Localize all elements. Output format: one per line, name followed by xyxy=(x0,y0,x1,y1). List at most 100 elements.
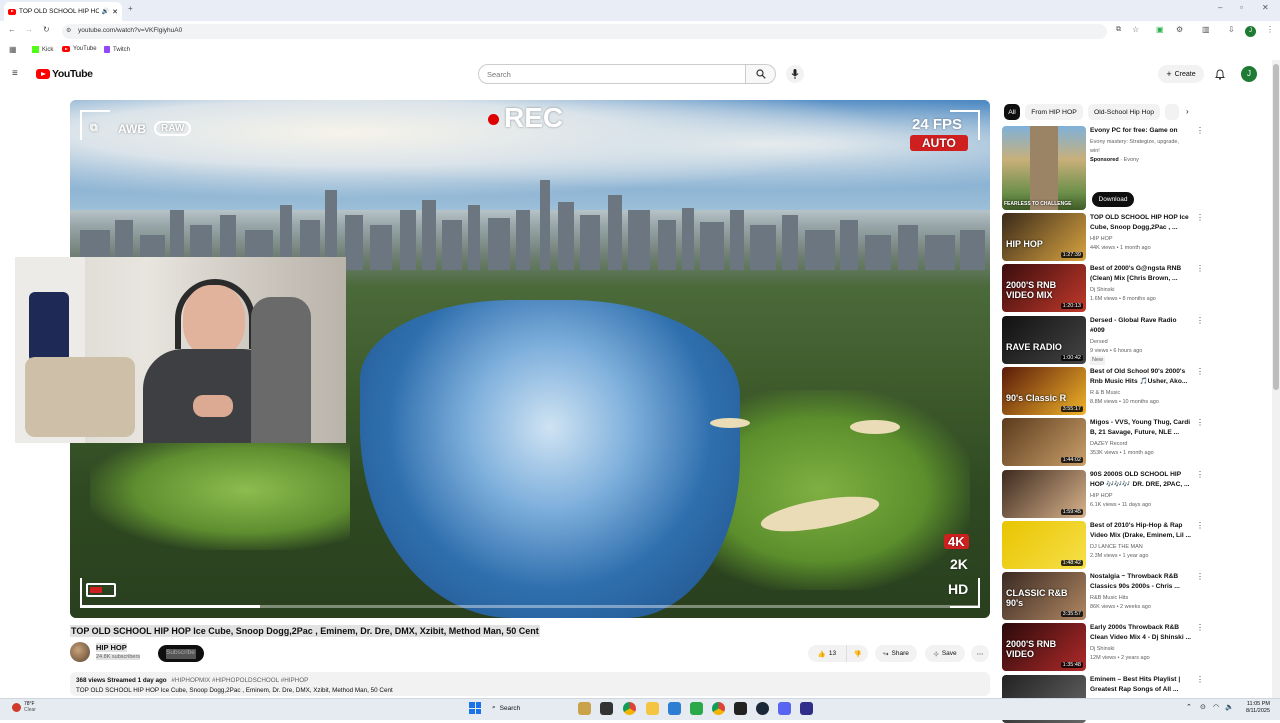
video-thumbnail[interactable]: HIP HOP 1:27:39 xyxy=(1002,213,1086,261)
chip-from-hip-hop[interactable]: From HIP HOP xyxy=(1025,104,1083,120)
taskbar-app-icon[interactable] xyxy=(668,702,681,715)
video-menu-icon[interactable]: ⋮ xyxy=(1196,572,1204,581)
video-channel[interactable]: HIP HOP xyxy=(1090,492,1192,501)
video-title-link[interactable]: Best of Old School 90's 2000's Rnb Music… xyxy=(1090,367,1192,386)
clock[interactable]: 11:05 PM 8/11/2025 xyxy=(1240,701,1270,715)
video-menu-icon[interactable]: ⋮ xyxy=(1196,675,1204,684)
site-info-icon[interactable]: ⚙ xyxy=(66,27,71,34)
video-channel[interactable]: HIP HOP xyxy=(1090,235,1192,244)
video-thumbnail[interactable]: 1:59:45 xyxy=(1002,470,1086,518)
user-avatar[interactable]: J xyxy=(1241,66,1257,82)
channel-avatar[interactable] xyxy=(70,642,90,662)
chrome-icon[interactable] xyxy=(623,702,636,715)
video-menu-icon[interactable]: ⋮ xyxy=(1196,623,1204,632)
folder-icon[interactable] xyxy=(646,702,659,715)
chevron-right-icon[interactable]: › xyxy=(1186,107,1189,116)
video-menu-icon[interactable]: ⋮ xyxy=(1196,521,1204,530)
wifi-icon[interactable]: ◠ xyxy=(1213,703,1219,711)
video-title-link[interactable]: TOP OLD SCHOOL HIP HOP Ice Cube, Snoop D… xyxy=(1090,213,1192,232)
video-menu-icon[interactable]: ⋮ xyxy=(1196,367,1204,376)
extension-icon[interactable]: ▣ xyxy=(1156,25,1164,34)
video-menu-icon[interactable]: ⋮ xyxy=(1196,470,1204,479)
more-actions-button[interactable]: ⋯ xyxy=(971,645,989,662)
bookmark-twitch[interactable]: Twitch xyxy=(104,46,130,53)
video-menu-icon[interactable]: ⋮ xyxy=(1196,418,1204,427)
video-menu-icon[interactable]: ⋮ xyxy=(1196,316,1204,325)
chip-partial[interactable] xyxy=(1165,104,1179,120)
voice-search-button[interactable] xyxy=(786,65,804,83)
video-channel[interactable]: R & B Music xyxy=(1090,389,1192,398)
share-button[interactable]: ↪ Share xyxy=(875,645,917,662)
youtube-logo[interactable]: YouTube xyxy=(36,68,93,80)
discord-icon[interactable] xyxy=(778,702,791,715)
steam-icon[interactable] xyxy=(756,702,769,715)
video-title-link[interactable]: Early 2000s Throwback R&B Clean Video Mi… xyxy=(1090,623,1192,642)
taskbar-app-icon[interactable] xyxy=(600,702,613,715)
new-tab-icon[interactable]: + xyxy=(128,4,133,13)
video-title-link[interactable]: Nostalgia ~ Throwback R&B Classics 90s 2… xyxy=(1090,572,1192,591)
video-title-link[interactable]: Dersed - Global Rave Radio #009 xyxy=(1090,316,1192,335)
subscribe-button[interactable]: Subscribe xyxy=(158,645,204,662)
tab-close-icon[interactable]: ✕ xyxy=(112,8,118,16)
search-button[interactable] xyxy=(746,64,776,84)
video-title-link[interactable]: Migos - VVS, Young Thug, Cardi B, 21 Sav… xyxy=(1090,418,1192,437)
install-icon[interactable]: ⧉ xyxy=(1116,26,1121,34)
sidepanel-icon[interactable]: ▥ xyxy=(1202,25,1210,34)
video-menu-icon[interactable]: ⋮ xyxy=(1196,264,1204,273)
video-menu-icon[interactable]: ⋮ xyxy=(1196,213,1204,222)
bookmark-kick[interactable]: Kick xyxy=(32,46,53,53)
maximize-icon[interactable]: ▫ xyxy=(1240,3,1243,12)
chip-old-school-hip-hop[interactable]: Old-School Hip Hop xyxy=(1088,104,1160,120)
close-window-icon[interactable]: ✕ xyxy=(1262,3,1269,12)
progress-bar[interactable] xyxy=(80,605,980,608)
browser-profile-avatar[interactable]: J xyxy=(1245,26,1256,37)
reload-icon[interactable]: ↻ xyxy=(43,25,50,34)
video-channel[interactable]: DJ LANCE THE MAN xyxy=(1090,543,1192,552)
notifications-bell-icon[interactable] xyxy=(1215,69,1225,80)
speaker-icon[interactable]: 🔊 xyxy=(102,8,109,15)
tray-app-icon[interactable]: ⊙ xyxy=(1200,703,1206,711)
search-input[interactable]: Search xyxy=(478,64,746,84)
save-button[interactable]: ⊹ Save xyxy=(925,645,965,662)
extensions-puzzle-icon[interactable]: ⚙ xyxy=(1176,25,1183,34)
video-thumbnail[interactable]: 1:48:42 xyxy=(1002,521,1086,569)
bookmark-star-icon[interactable]: ☆ xyxy=(1132,25,1139,34)
tray-chevron-icon[interactable]: ⌃ xyxy=(1186,703,1192,711)
taskbar-app-icon[interactable] xyxy=(578,702,591,715)
video-thumbnail[interactable]: 90's Classic R 3:55:17 xyxy=(1002,367,1086,415)
dislike-button[interactable]: 👎 xyxy=(846,645,868,662)
video-title-link[interactable]: Best of 2010's Hip-Hop & Rap Video Mix (… xyxy=(1090,521,1192,540)
video-title-link[interactable]: Best of 2000's G@ngsta RNB (Clean) Mix [… xyxy=(1090,264,1192,283)
bookmark-youtube[interactable]: YouTube xyxy=(62,46,97,52)
video-thumbnail[interactable]: 2000'S RNB VIDEO 1:35:48 xyxy=(1002,623,1086,671)
back-icon[interactable]: ← xyxy=(8,25,16,34)
taskbar-app-icon[interactable] xyxy=(734,702,747,715)
video-thumbnail[interactable]: CLASSIC R&B 90's 3:35:57 xyxy=(1002,572,1086,620)
video-channel[interactable]: DAZEY Record xyxy=(1090,440,1192,449)
start-icon[interactable] xyxy=(469,702,481,714)
taskbar-search[interactable]: ⌕ Search xyxy=(488,701,572,715)
hashtags[interactable]: #HIPHOPMIX #HIPHOPOLDSCHOOL #HIPHOP xyxy=(171,677,308,684)
url-field[interactable]: youtube.com/watch?v=VKFlgiyhuA0 xyxy=(62,24,1107,39)
ad-menu-icon[interactable]: ⋮ xyxy=(1196,126,1204,135)
ad-download-button[interactable]: Download xyxy=(1092,192,1134,207)
browser-menu-icon[interactable]: ⋮ xyxy=(1266,25,1274,34)
video-channel[interactable]: R&B Music Hits xyxy=(1090,594,1192,603)
forward-icon[interactable]: → xyxy=(25,25,33,34)
video-channel[interactable]: Dj Shinski xyxy=(1090,645,1192,654)
weather-widget[interactable]: 78°F Clear xyxy=(12,701,36,713)
video-title-link[interactable]: Eminem – Best Hits Playlist | Greatest R… xyxy=(1090,675,1192,694)
ad-title[interactable]: Evony PC for free: Game on xyxy=(1090,126,1192,136)
chip-all[interactable]: All xyxy=(1004,104,1020,120)
downloads-icon[interactable]: ⇩ xyxy=(1228,25,1235,34)
description-box[interactable]: 368 views Streamed 1 day ago #HIPHOPMIX … xyxy=(70,672,990,696)
chrome-icon[interactable] xyxy=(712,702,725,715)
hamburger-menu-icon[interactable]: ≡ xyxy=(12,68,18,79)
video-thumbnail[interactable]: 2000'S RNB VIDEO MIX 1:20:13 xyxy=(1002,264,1086,312)
taskbar-app-icon[interactable] xyxy=(690,702,703,715)
video-channel[interactable]: Dj Shinski xyxy=(1090,286,1192,295)
create-button[interactable]: + Create xyxy=(1158,65,1204,83)
video-thumbnail[interactable]: 1:44:02 xyxy=(1002,418,1086,466)
video-title-link[interactable]: 90S 2000S OLD SCHOOL HIP HOP 🎶🎶🎶 DR. DRE… xyxy=(1090,470,1192,489)
like-button[interactable]: 👍 13 xyxy=(808,645,846,662)
